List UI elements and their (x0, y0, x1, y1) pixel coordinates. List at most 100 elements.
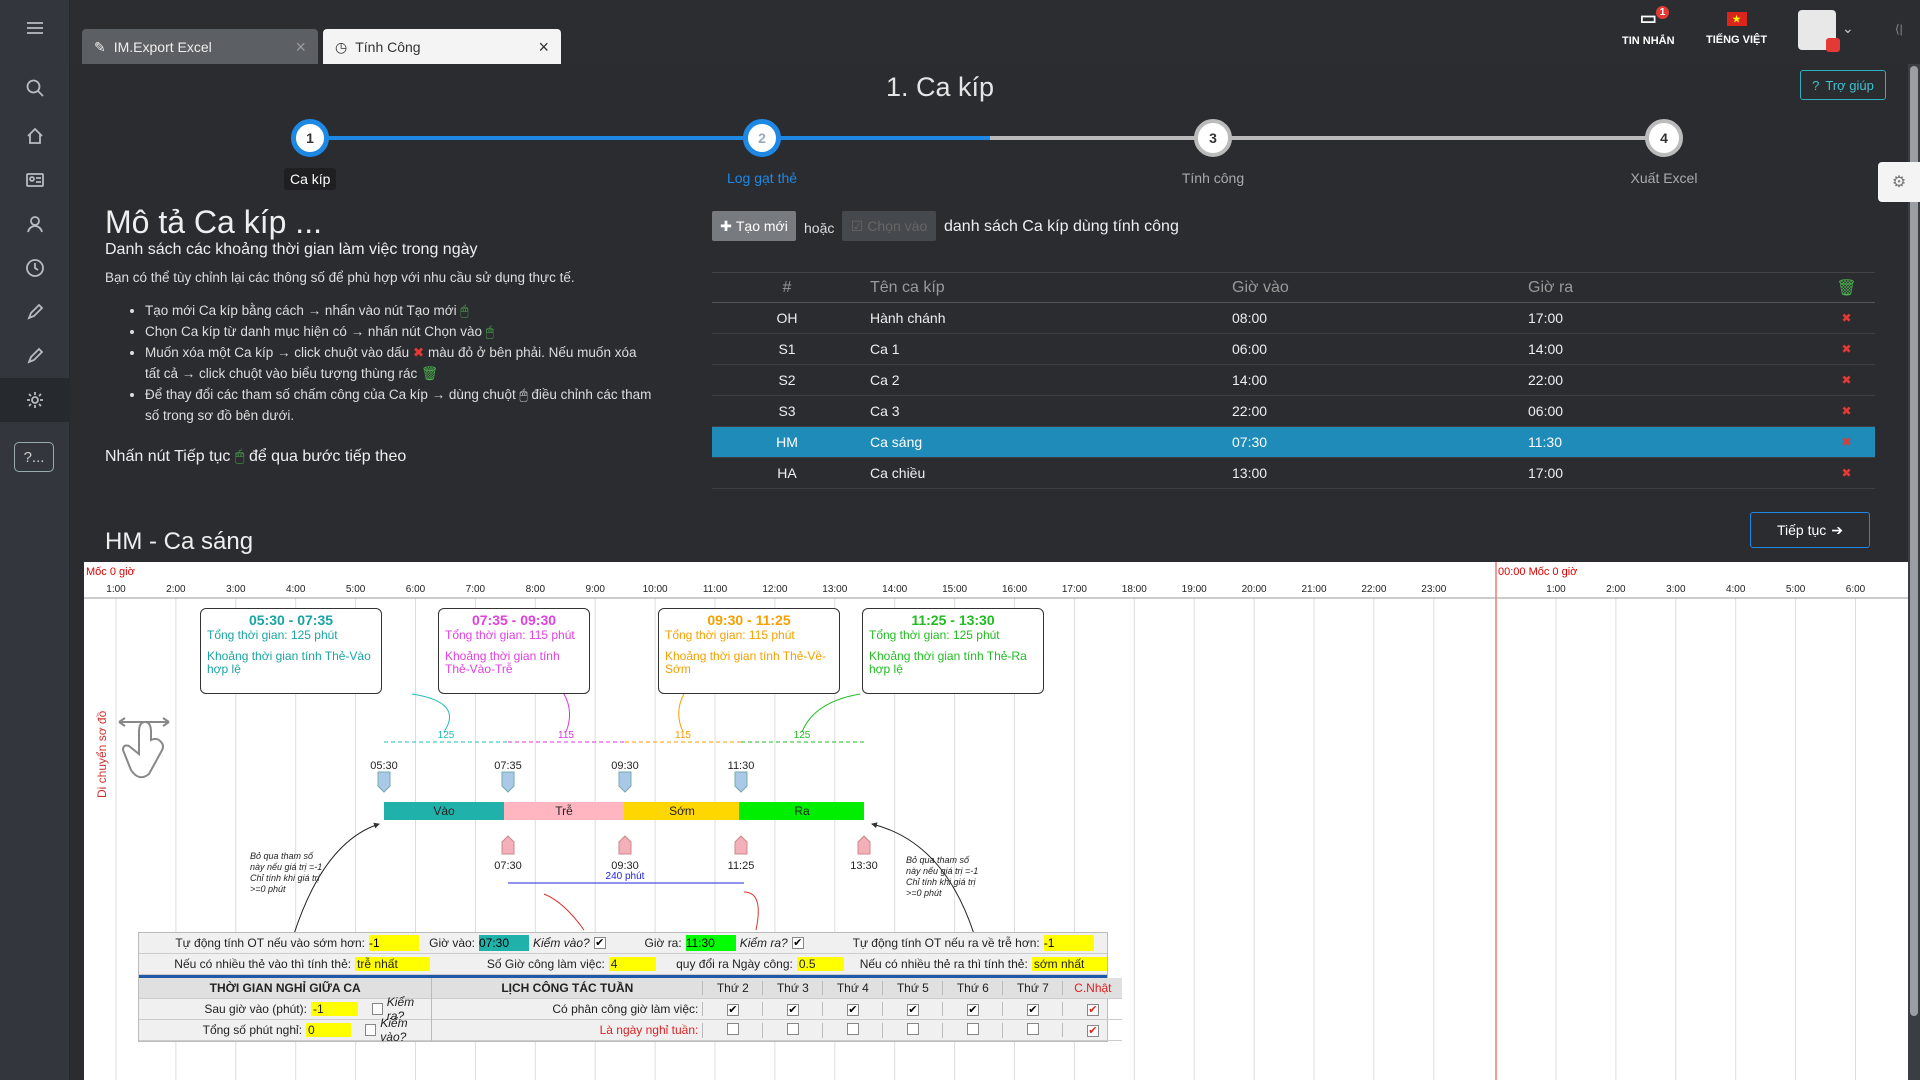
day-header: Thứ 4 (822, 981, 882, 995)
multi-out-select[interactable]: sớm nhất (1031, 957, 1107, 971)
cell-code: OH (712, 302, 862, 334)
cell-out: 06:00 (1528, 395, 1818, 427)
ot-early-input[interactable] (369, 935, 419, 951)
marker-out-early[interactable] (734, 835, 748, 855)
question-icon: ? (1812, 77, 1820, 93)
step-3-label[interactable]: Tính công (1133, 170, 1293, 186)
multi-in-select[interactable]: trễ nhất (355, 957, 431, 971)
shift-diagram[interactable]: 1:00 2:00 3:00 4:00 5:00 6:00 7:00 8:00 9:00 10:0… (84, 562, 1908, 1080)
tab-im-export-excel[interactable]: ✎ IM.Export Excel × (82, 29, 318, 65)
settings-gear-icon[interactable] (0, 378, 70, 422)
close-tab-icon[interactable]: × (538, 37, 549, 58)
work-hours-input[interactable]: 4 (608, 957, 656, 971)
messages-button[interactable]: ▭ 1 TIN NHẮN (1622, 6, 1675, 47)
total-break-input[interactable]: 0 (306, 1023, 352, 1037)
check-in-checkbox[interactable]: ✔ (593, 937, 606, 949)
close-tab-icon[interactable]: × (295, 37, 306, 58)
work-day-checkbox[interactable]: ✔ (1026, 1004, 1039, 1016)
table-row[interactable]: S3 Ca 3 22:00 06:00 ✖ (712, 395, 1875, 427)
mouse-icon: 🖱 (460, 303, 469, 318)
delete-all-trash-icon[interactable]: 🗑 (1818, 272, 1875, 303)
work-day-checkbox[interactable]: ✔ (1086, 1004, 1099, 1016)
work-day-checkbox[interactable]: ✔ (846, 1004, 859, 1016)
off-day-checkbox[interactable] (1026, 1022, 1039, 1035)
work-day-checkbox[interactable]: ✔ (906, 1004, 919, 1016)
in-time-input[interactable] (479, 935, 529, 951)
step-1[interactable]: 1 (291, 119, 329, 157)
work-label: Có phân công giờ làm việc: (552, 1002, 699, 1016)
step-4[interactable]: 4 (1645, 119, 1683, 157)
step-2[interactable]: 2 (743, 119, 781, 157)
continue-button[interactable]: Tiếp tục ➔ (1750, 512, 1870, 548)
step-2-label[interactable]: Log gạt thẻ (682, 170, 842, 186)
delete-row-icon[interactable]: ✖ (1818, 364, 1875, 396)
work-day-input[interactable]: 0.5 (796, 957, 844, 971)
avatar[interactable] (1798, 10, 1840, 52)
off-day-checkbox[interactable] (966, 1022, 979, 1035)
marker-in-time[interactable] (501, 835, 515, 855)
delete-row-icon[interactable]: ✖ (1818, 333, 1875, 365)
user-icon[interactable] (0, 202, 70, 246)
delete-row-icon[interactable]: ✖ (1818, 426, 1875, 458)
chevron-down-icon[interactable]: ⌄ (1842, 20, 1854, 37)
delete-row-icon[interactable]: ✖ (1818, 302, 1875, 334)
step-pending-line (990, 136, 1664, 140)
out-time-input[interactable] (685, 935, 736, 951)
delete-row-icon[interactable]: ✖ (1818, 457, 1875, 489)
clock-icon[interactable] (0, 246, 70, 290)
marker-out-end[interactable] (857, 835, 871, 855)
off-day-checkbox[interactable] (846, 1022, 859, 1035)
create-new-button[interactable]: ✚ Tạo mới (712, 211, 796, 241)
off-day-checkbox[interactable] (906, 1022, 919, 1035)
pen-alt-icon[interactable] (0, 334, 70, 378)
scrollbar[interactable] (1908, 64, 1920, 1080)
table-row[interactable]: S1 Ca 1 06:00 14:00 ✖ (712, 333, 1875, 365)
off-day-checkbox[interactable] (726, 1022, 739, 1035)
scroll-thumb[interactable] (1910, 66, 1918, 1016)
search-icon[interactable] (0, 66, 70, 110)
table-row[interactable]: OH Hành chánh 08:00 17:00 ✖ (712, 302, 1875, 334)
hour-tick-label: 5:00 (1786, 584, 1806, 595)
marker-out-start[interactable] (734, 771, 748, 793)
help-button[interactable]: ? Trợ giúp (1800, 70, 1886, 100)
step-3[interactable]: 3 (1194, 119, 1232, 157)
language-button[interactable]: ★ TIẾNG VIỆT (1706, 8, 1767, 46)
work-day-checkbox[interactable]: ✔ (786, 1004, 799, 1016)
box-total: Tổng thời gian: 115 phút (665, 628, 795, 642)
table-row[interactable]: S2 Ca 2 14:00 22:00 ✖ (712, 364, 1875, 396)
after-in-input[interactable]: -1 (310, 1002, 358, 1016)
hour-tick-label: 14:00 (882, 584, 907, 595)
pen-icon[interactable] (0, 290, 70, 334)
delete-x-icon: ✖ (412, 345, 425, 360)
step-4-label[interactable]: Xuất Excel (1584, 170, 1744, 186)
id-card-icon[interactable] (0, 158, 70, 202)
off-day-checkbox[interactable] (786, 1022, 799, 1035)
ot-late-input[interactable] (1043, 935, 1094, 951)
hand-drag-icon[interactable] (118, 717, 170, 779)
off-day-checkbox[interactable]: ✔ (1086, 1025, 1099, 1037)
bottom-markers[interactable] (501, 835, 871, 855)
tab-tinh-cong[interactable]: ◷ Tính Công × (323, 29, 561, 65)
hour-tick-label: 16:00 (1002, 584, 1027, 595)
marker-early-start[interactable] (618, 771, 632, 793)
choose-button[interactable]: ☑ Chọn vào (842, 211, 936, 241)
top-markers[interactable] (377, 771, 748, 793)
work-day-checkbox[interactable]: ✔ (726, 1004, 739, 1016)
marker-in-start[interactable] (377, 771, 391, 793)
hamburger-menu-icon[interactable] (0, 6, 70, 50)
collapse-panel-icon[interactable]: ⟨| (1895, 22, 1903, 36)
home-icon[interactable] (0, 114, 70, 158)
break-check-out-checkbox[interactable] (371, 1003, 383, 1015)
help-question-button[interactable]: ?... (14, 442, 54, 472)
table-row[interactable]: HA Ca chiều 13:00 17:00 ✖ (712, 457, 1875, 489)
settings-side-gear-icon[interactable]: ⚙ (1878, 162, 1920, 202)
bottom-mark-label: 07:30 (494, 860, 522, 872)
marker-mid[interactable] (618, 835, 632, 855)
break-check-in-checkbox[interactable] (365, 1024, 377, 1036)
work-day-checkbox[interactable]: ✔ (966, 1004, 979, 1016)
delete-row-icon[interactable]: ✖ (1818, 395, 1875, 427)
hour-tick-label: 6:00 (1846, 584, 1866, 595)
table-row[interactable]: HM Ca sáng 07:30 11:30 ✖ (712, 426, 1875, 458)
check-out-checkbox[interactable]: ✔ (791, 937, 804, 949)
marker-late-start[interactable] (501, 771, 515, 793)
